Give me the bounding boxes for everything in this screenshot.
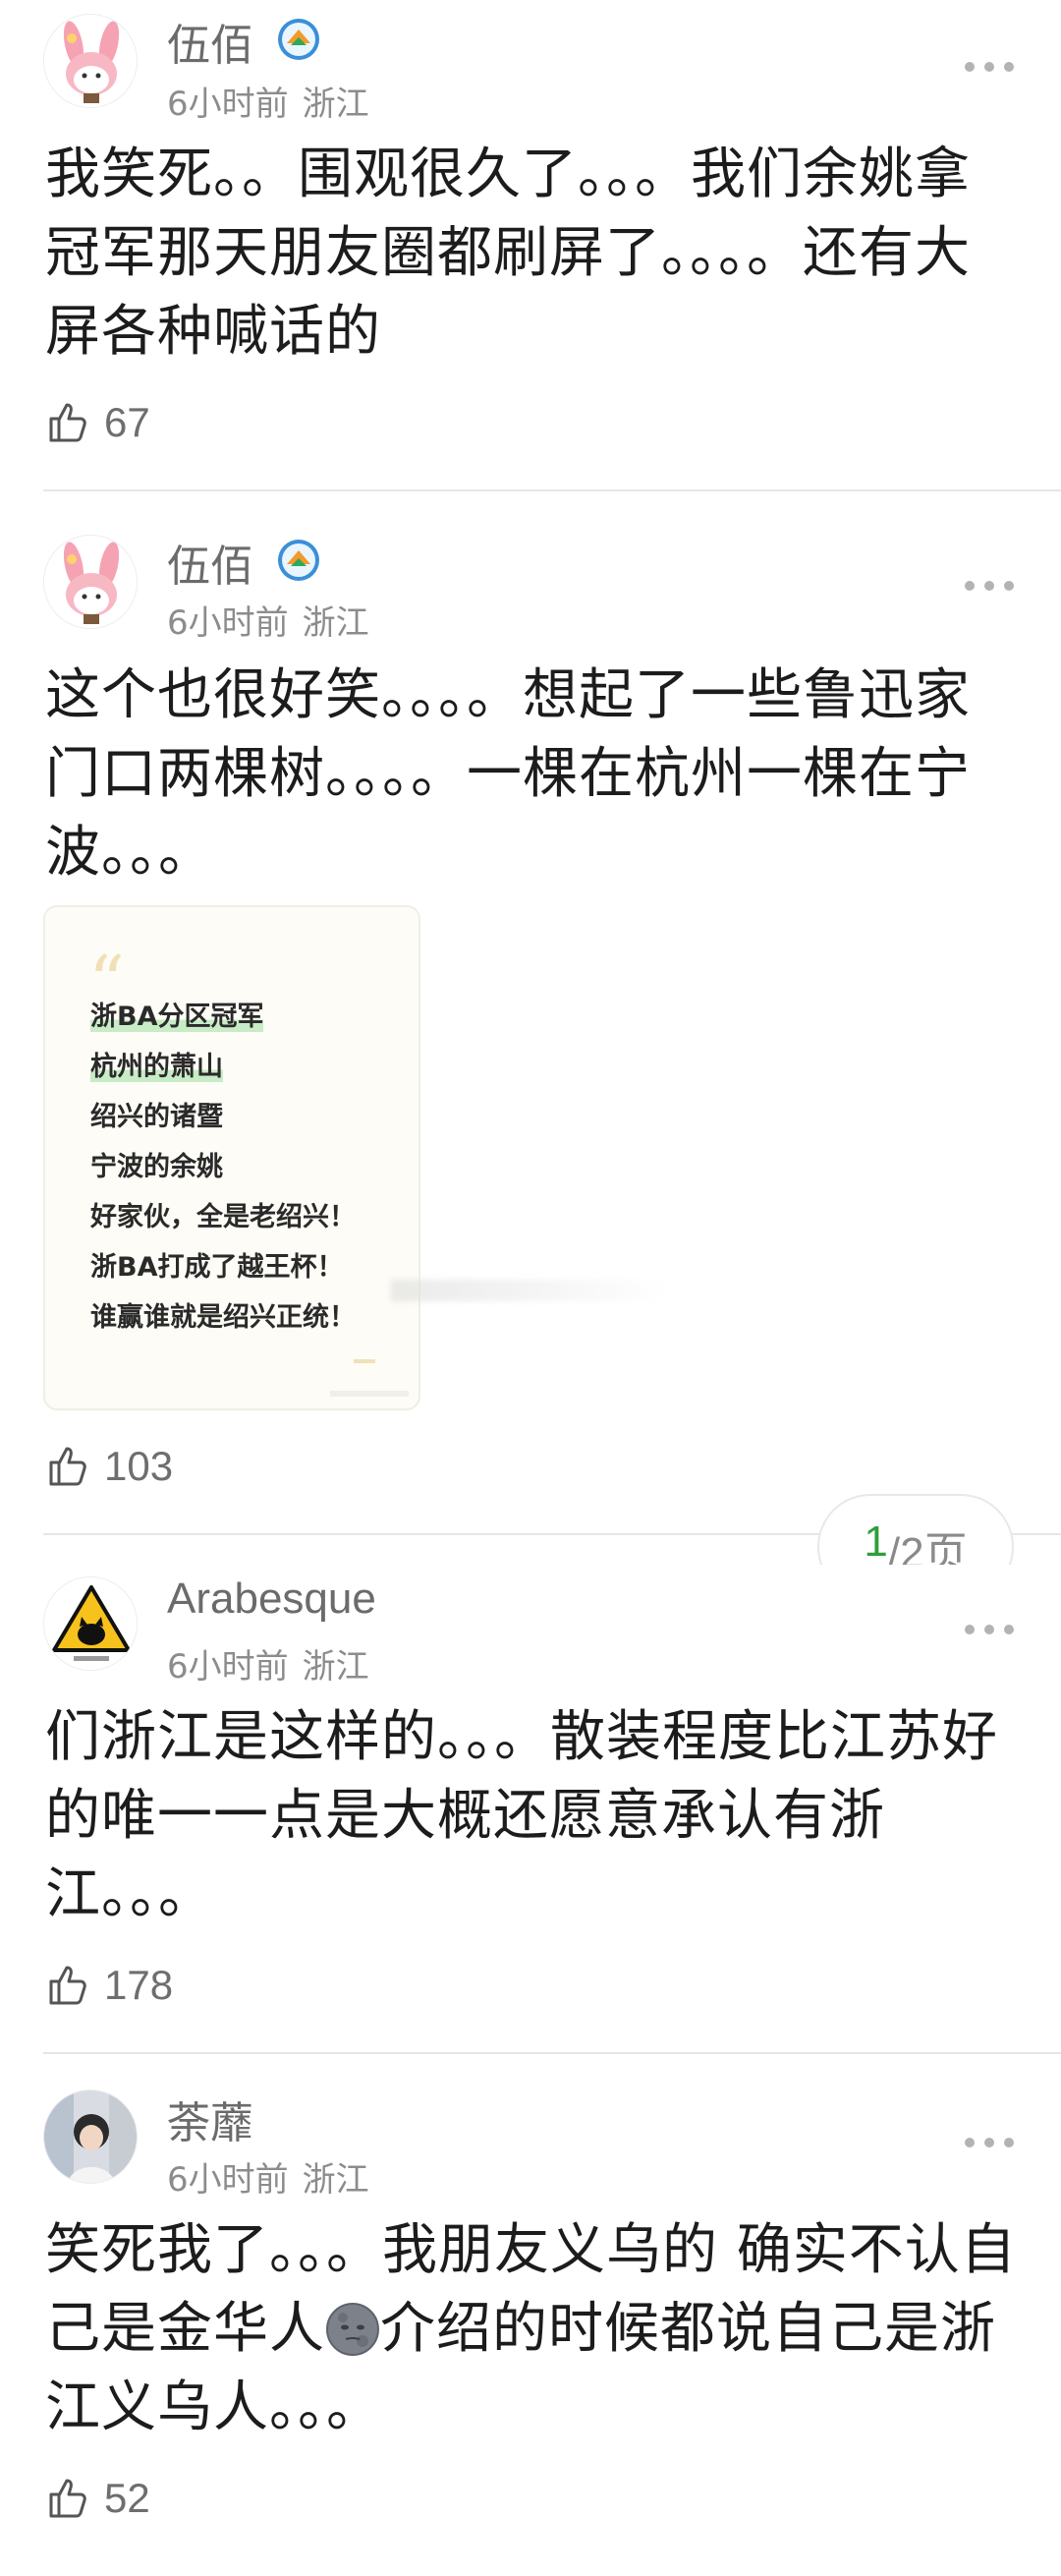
attachment-line: 好家伙，全是老绍兴！ — [90, 1202, 356, 1232]
current-page: 1 — [864, 1517, 888, 1566]
username[interactable]: 伍佰 — [167, 10, 253, 73]
comment-time: 6小时前 — [167, 2160, 289, 2200]
like-count: 52 — [104, 2475, 150, 2521]
decorative-dash — [354, 1359, 375, 1363]
like-button[interactable]: 103 — [45, 1443, 173, 1490]
comment-location: 浙江 — [302, 1647, 369, 1687]
comment-time: 6小时前 — [167, 1647, 289, 1687]
thumbs-up-icon — [49, 2479, 86, 2518]
caution-cat-avatar-icon — [44, 1577, 137, 1670]
comment-location: 浙江 — [302, 2160, 369, 2200]
like-button[interactable]: 52 — [45, 2475, 150, 2522]
like-button[interactable]: 178 — [45, 1962, 173, 2009]
more-dots-icon[interactable] — [965, 576, 1014, 596]
comment-item: 荼蘼 6小时前 浙江 笑死我了。。。我朋友义乌的 确实不认自己是金华人 介绍的时候都… — [0, 2054, 1061, 2576]
attachment-text: 浙BA分区冠军 杭州的萧山 绍兴的诸暨 宁波的余姚 好家伙，全是老绍兴！ 浙BA… — [90, 992, 356, 1343]
comment-location: 浙江 — [302, 603, 369, 643]
like-count: 103 — [104, 1443, 174, 1489]
verified-badge-icon — [278, 540, 319, 581]
more-dots-icon[interactable] — [965, 57, 1014, 77]
username[interactable]: 伍佰 — [167, 531, 253, 594]
rabbit-avatar-icon — [44, 15, 137, 107]
comment-text: 这个也很好笑。。。。想起了一些鲁迅家门口两棵树。。。。一棵在杭州一棵在宁波。。。 — [45, 663, 971, 885]
more-dots-icon[interactable] — [965, 2133, 1014, 2152]
more-dots-icon[interactable] — [965, 1620, 1014, 1639]
comment-item: 伍佰 6小时前 浙江 我笑死。。围观很久了。。。我们余姚拿冠军那天朋友圈都刷屏了。… — [0, 0, 1061, 491]
comment-text: 们浙江是这样的。。。散装程度比江苏好的唯一一点是大概还愿意承认有浙 江。。。 — [45, 1705, 998, 1926]
comment-text: 我笑死。。围观很久了。。。我们余姚拿冠军那天朋友圈都刷屏了。。。。还有大屏各种喊… — [45, 143, 971, 364]
attachment-line: 浙BA分区冠军 — [90, 1002, 264, 1032]
attachment-line: 浙BA打成了越王杯！ — [90, 1252, 344, 1283]
attachment-line: 绍兴的诸暨 — [90, 1102, 223, 1132]
comment-meta: 6小时前 浙江 — [167, 596, 369, 644]
comment-location: 浙江 — [302, 85, 369, 124]
avatar[interactable] — [43, 2089, 138, 2184]
like-button[interactable]: 67 — [45, 399, 150, 446]
attachment-line: 宁波的余姚 — [90, 1152, 223, 1182]
comment-item: Arabesque 6小时前 浙江 们浙江是这样的。。。散装程度比江苏好的唯一一点… — [0, 1563, 1061, 2054]
comment-text: 笑死我了。。。我朋友义乌的 确实不认自己是金华人 介绍的时候都说自己是浙江义乌人。… — [45, 2211, 1018, 2447]
like-count: 178 — [104, 1962, 174, 2008]
rabbit-avatar-icon — [44, 536, 137, 628]
avatar[interactable] — [43, 14, 138, 108]
comment-time: 6小时前 — [167, 603, 289, 643]
blurred-watermark — [391, 1280, 666, 1301]
username[interactable]: Arabesque — [167, 1574, 376, 1624]
like-count: 67 — [104, 399, 150, 445]
username[interactable]: 荼蘼 — [167, 2088, 253, 2150]
thumbs-up-icon — [49, 403, 86, 442]
image-attachment[interactable]: “ 浙BA分区冠军 杭州的萧山 绍兴的诸暨 宁波的余姚 好家伙，全是老绍兴！ 浙… — [43, 905, 420, 1410]
comment-meta: 6小时前 浙江 — [167, 2152, 369, 2201]
comment-meta: 6小时前 浙江 — [167, 1639, 369, 1688]
watermark — [330, 1391, 409, 1397]
thumbs-up-icon — [49, 1447, 86, 1486]
comment-meta: 6小时前 浙江 — [167, 77, 369, 125]
thumbs-up-icon — [49, 1966, 86, 2005]
comment-time: 6小时前 — [167, 85, 289, 124]
avatar[interactable] — [43, 1576, 138, 1671]
attachment-line: 杭州的萧山 — [90, 1052, 223, 1082]
new-moon-face-icon — [326, 2303, 379, 2356]
photo-avatar-icon — [44, 2090, 137, 2183]
verified-badge-icon — [278, 19, 319, 60]
avatar[interactable] — [43, 535, 138, 629]
attachment-line: 谁赢谁就是绍兴正统！ — [90, 1302, 356, 1333]
